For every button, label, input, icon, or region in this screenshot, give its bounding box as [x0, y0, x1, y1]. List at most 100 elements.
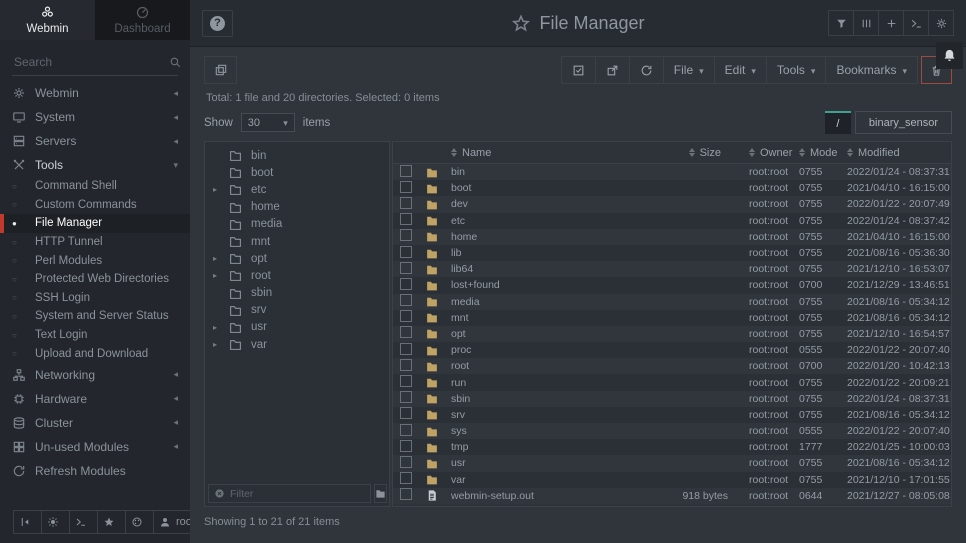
table-row[interactable]: lost+found root:root 0700 2021/12/29 - 1… — [393, 277, 951, 293]
toolbar-icon-button[interactable] — [561, 56, 596, 84]
table-row[interactable]: home root:root 0755 2021/04/10 - 16:15:0… — [393, 229, 951, 245]
clear-filter-icon[interactable] — [214, 488, 225, 499]
file-name[interactable]: var — [451, 474, 647, 486]
topbar-button[interactable] — [878, 10, 904, 36]
sidebar-menu-item[interactable]: Custom Commands — [0, 196, 190, 215]
table-row[interactable]: webmin-setup.out 918 bytes root:root 064… — [393, 488, 951, 504]
toolbar-menu-button[interactable]: File — [663, 56, 715, 84]
table-row[interactable]: root root:root 0700 2022/01/20 - 10:42:1… — [393, 358, 951, 374]
row-checkbox[interactable] — [400, 229, 412, 241]
tree-item[interactable]: bin — [205, 147, 389, 164]
row-checkbox[interactable] — [400, 391, 412, 403]
row-checkbox[interactable] — [400, 488, 412, 500]
file-name[interactable]: boot — [451, 182, 647, 194]
row-checkbox[interactable] — [400, 262, 412, 274]
row-checkbox[interactable] — [400, 197, 412, 209]
file-name[interactable]: run — [451, 377, 647, 389]
row-checkbox[interactable] — [400, 213, 412, 225]
table-row[interactable]: bin root:root 0755 2022/01/24 - 08:37:31 — [393, 164, 951, 180]
file-name[interactable]: webmin-setup.out — [451, 490, 647, 502]
file-name[interactable]: dev — [451, 198, 647, 210]
table-row[interactable]: media root:root 0755 2021/08/16 - 05:34:… — [393, 294, 951, 310]
column-header-mode[interactable]: Mode — [791, 147, 841, 159]
search-icon[interactable] — [169, 56, 182, 69]
goto-directory-button[interactable] — [374, 484, 387, 503]
sidebar-footer-button[interactable] — [97, 510, 126, 534]
sidebar-footer-button[interactable] — [125, 510, 154, 534]
sidebar-footer-button[interactable] — [41, 510, 70, 534]
file-name[interactable]: tmp — [451, 441, 647, 453]
file-name[interactable]: lib64 — [451, 263, 647, 275]
row-checkbox[interactable] — [400, 343, 412, 355]
row-checkbox[interactable] — [400, 472, 412, 484]
notifications-button[interactable] — [936, 42, 963, 69]
row-checkbox[interactable] — [400, 310, 412, 322]
column-header-name[interactable]: Name — [451, 147, 647, 159]
favorite-star-icon[interactable] — [511, 14, 530, 33]
file-name[interactable]: media — [451, 296, 647, 308]
table-row[interactable]: sys root:root 0555 2022/01/22 - 20:07:40 — [393, 423, 951, 439]
sidebar-menu-item[interactable]: System — [0, 105, 190, 129]
row-checkbox[interactable] — [400, 165, 412, 177]
breadcrumb-segment[interactable]: binary_sensor — [855, 111, 952, 134]
sidebar-menu-item[interactable]: Servers — [0, 129, 190, 153]
sidebar-footer-button[interactable] — [69, 510, 98, 534]
row-checkbox[interactable] — [400, 424, 412, 436]
sidebar-menu-item[interactable]: Text Login — [0, 326, 190, 345]
caret-right-icon[interactable] — [213, 340, 226, 349]
file-name[interactable]: proc — [451, 344, 647, 356]
tab-webmin[interactable]: Webmin — [0, 0, 95, 40]
file-name[interactable]: root — [451, 360, 647, 372]
row-checkbox[interactable] — [400, 326, 412, 338]
sidebar-menu-item[interactable]: Command Shell — [0, 177, 190, 196]
file-name[interactable]: sbin — [451, 393, 647, 405]
table-row[interactable]: opt root:root 0755 2021/12/10 - 16:54:57 — [393, 326, 951, 342]
sidebar-menu-item[interactable]: Perl Modules — [0, 251, 190, 270]
tree-item[interactable]: var — [205, 336, 389, 353]
topbar-button[interactable] — [828, 10, 854, 36]
toolbar-menu-button[interactable]: Tools — [766, 56, 827, 84]
table-row[interactable]: usr root:root 0755 2021/08/16 - 05:34:12 — [393, 455, 951, 471]
file-name[interactable]: mnt — [451, 312, 647, 324]
caret-right-icon[interactable] — [213, 323, 226, 332]
per-page-select[interactable]: 30 — [241, 113, 295, 132]
row-checkbox[interactable] — [400, 294, 412, 306]
file-name[interactable]: etc — [451, 215, 647, 227]
sidebar-menu-item[interactable]: Cluster — [0, 411, 190, 435]
row-checkbox[interactable] — [400, 456, 412, 468]
sidebar-menu-item[interactable]: Hardware — [0, 387, 190, 411]
table-row[interactable]: tmp root:root 1777 2022/01/25 - 10:00:03 — [393, 439, 951, 455]
topbar-button[interactable] — [903, 10, 929, 36]
tree-item[interactable]: media — [205, 216, 389, 233]
sidebar-menu-item[interactable]: Refresh Modules — [0, 459, 190, 483]
tab-dashboard[interactable]: Dashboard — [95, 0, 190, 40]
tree-item[interactable]: boot — [205, 164, 389, 181]
table-row[interactable]: run root:root 0755 2022/01/22 - 20:09:21 — [393, 374, 951, 390]
sidebar-menu-item[interactable]: SSH Login — [0, 289, 190, 308]
toolbar-menu-button[interactable]: Edit — [714, 56, 767, 84]
table-row[interactable]: proc root:root 0555 2022/01/22 - 20:07:4… — [393, 342, 951, 358]
table-row[interactable]: dev root:root 0755 2022/01/22 - 20:07:49 — [393, 196, 951, 212]
table-row[interactable]: boot root:root 0755 2021/04/10 - 16:15:0… — [393, 180, 951, 196]
toolbar-icon-button[interactable] — [629, 56, 664, 84]
sidebar-menu-item[interactable]: Un-used Modules — [0, 435, 190, 459]
row-checkbox[interactable] — [400, 359, 412, 371]
tree-item[interactable]: sbin — [205, 285, 389, 302]
search-input[interactable] — [14, 55, 169, 69]
sidebar-menu-item[interactable]: File Manager — [0, 214, 190, 233]
row-checkbox[interactable] — [400, 278, 412, 290]
file-name[interactable]: usr — [451, 457, 647, 469]
table-row[interactable]: sbin root:root 0755 2022/01/24 - 08:37:3… — [393, 391, 951, 407]
tree-item[interactable]: usr — [205, 319, 389, 336]
table-row[interactable]: lib64 root:root 0755 2021/12/10 - 16:53:… — [393, 261, 951, 277]
toolbar-icon-button[interactable] — [595, 56, 630, 84]
file-name[interactable]: opt — [451, 328, 647, 340]
table-row[interactable]: srv root:root 0755 2021/08/16 - 05:34:12 — [393, 407, 951, 423]
caret-right-icon[interactable] — [213, 185, 226, 194]
row-checkbox[interactable] — [400, 440, 412, 452]
column-header-owner[interactable]: Owner — [735, 147, 791, 159]
row-checkbox[interactable] — [400, 407, 412, 419]
file-name[interactable]: bin — [451, 166, 647, 178]
sidebar-menu-item[interactable]: Tools — [0, 153, 190, 177]
table-row[interactable]: lib root:root 0755 2021/08/16 - 05:36:30 — [393, 245, 951, 261]
